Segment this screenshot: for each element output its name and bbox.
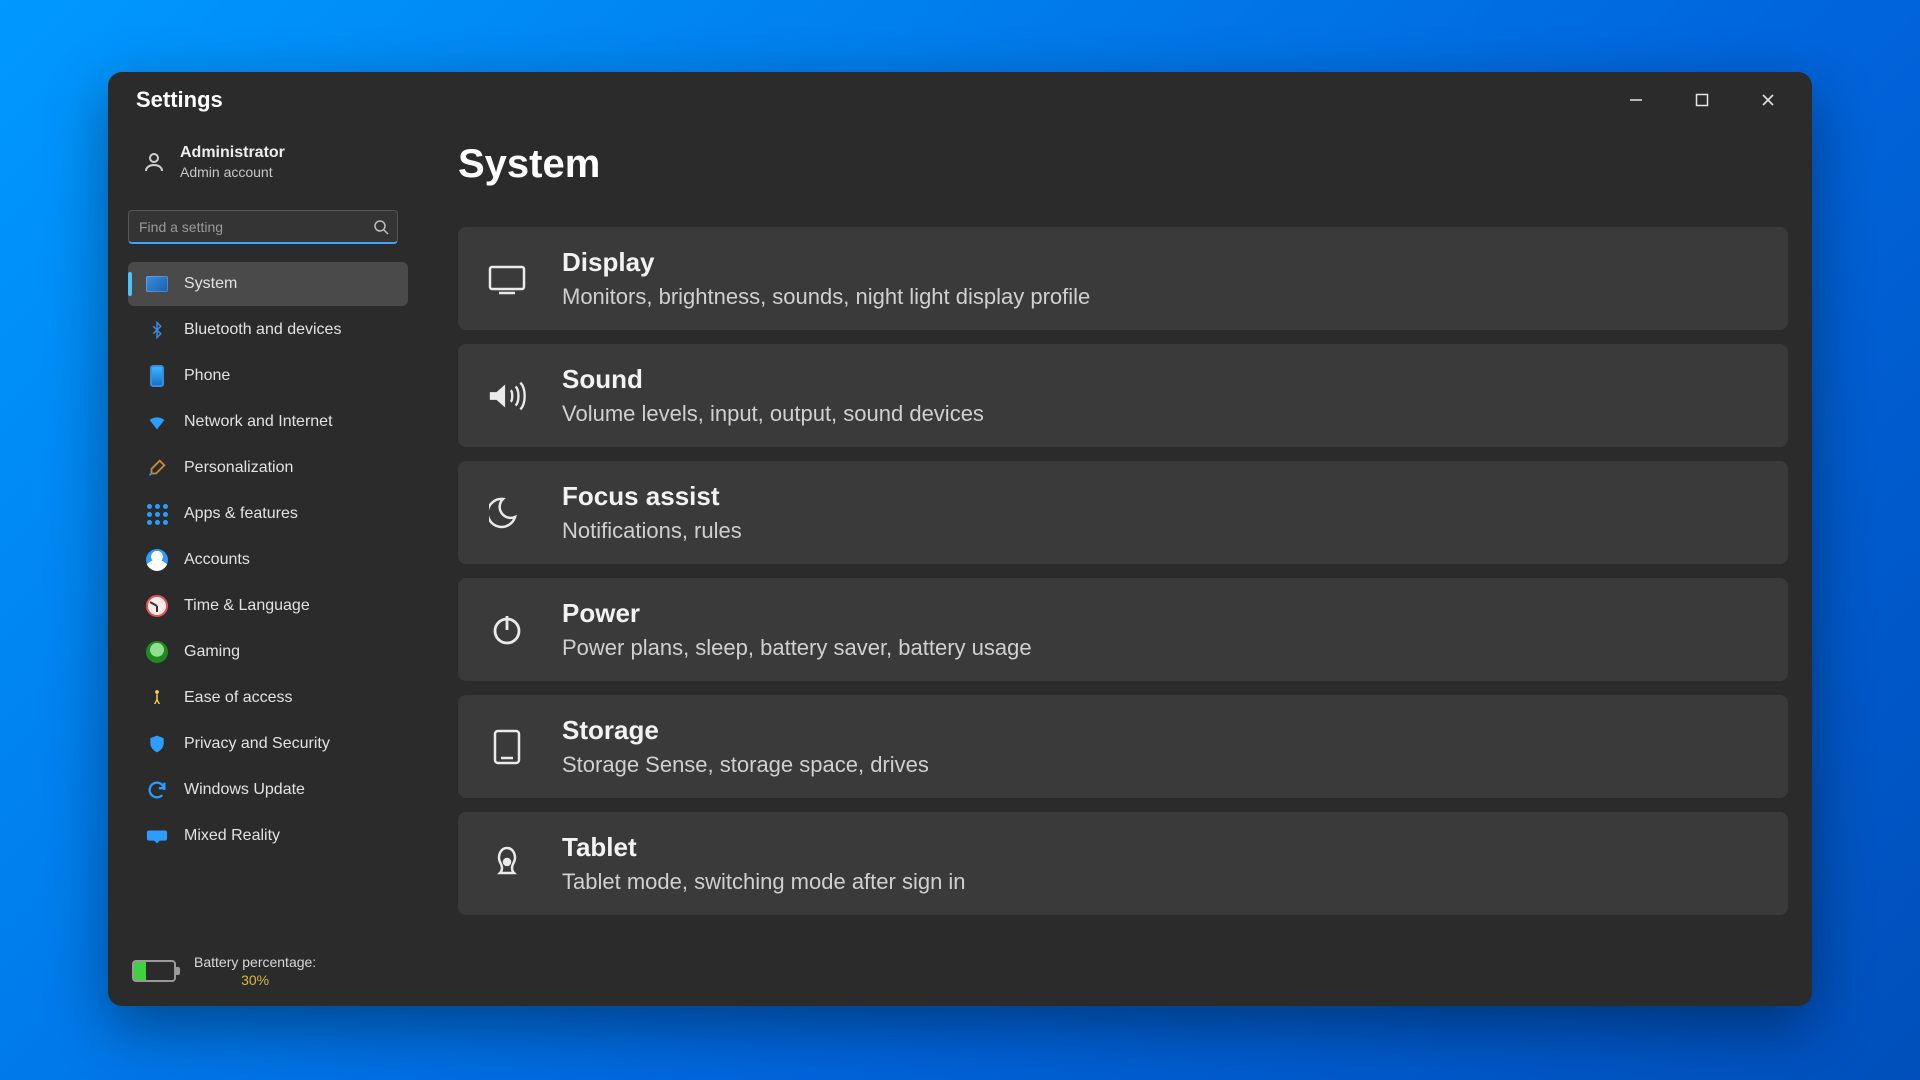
battery-icon: [132, 960, 176, 982]
bluetooth-icon: [146, 319, 168, 341]
card-title: Focus assist: [562, 481, 742, 512]
sound-icon: [486, 375, 528, 417]
cards-list: Display Monitors, brightness, sounds, ni…: [458, 227, 1792, 915]
card-power[interactable]: Power Power plans, sleep, battery saver,…: [458, 578, 1788, 681]
battery-percent: 30%: [241, 972, 269, 988]
avatar-icon: [142, 150, 166, 174]
phone-icon: [146, 365, 168, 387]
app-title: Settings: [136, 87, 223, 113]
card-subtitle: Volume levels, input, output, sound devi…: [562, 401, 984, 427]
sidebar-item-label: Gaming: [184, 643, 240, 661]
window-controls: [1618, 82, 1798, 118]
card-title: Storage: [562, 715, 929, 746]
clock-icon: [146, 595, 168, 617]
card-subtitle: Notifications, rules: [562, 518, 742, 544]
account-icon: [146, 549, 168, 571]
minimize-icon: [1628, 92, 1644, 108]
sidebar-item-phone[interactable]: Phone: [128, 354, 408, 398]
battery-label: Battery percentage:: [194, 954, 316, 970]
tablet-icon: [486, 843, 528, 885]
sidebar-item-gaming[interactable]: Gaming: [128, 630, 408, 674]
sidebar-item-bluetooth[interactable]: Bluetooth and devices: [128, 308, 408, 352]
maximize-icon: [1695, 93, 1709, 107]
sidebar-item-label: Accounts: [184, 551, 250, 569]
sidebar-item-label: Network and Internet: [184, 413, 333, 431]
card-display[interactable]: Display Monitors, brightness, sounds, ni…: [458, 227, 1788, 330]
card-subtitle: Monitors, brightness, sounds, night ligh…: [562, 284, 1090, 310]
sidebar-item-apps[interactable]: Apps & features: [128, 492, 408, 536]
nav-list: System Bluetooth and devices Phone: [108, 256, 418, 860]
search-icon: [373, 219, 389, 235]
titlebar: Settings: [108, 72, 1812, 128]
update-icon: [146, 779, 168, 801]
moon-icon: [486, 492, 528, 534]
battery-fill: [134, 962, 146, 980]
sidebar-item-personalization[interactable]: Personalization: [128, 446, 408, 490]
sidebar-item-mixed-reality[interactable]: Mixed Reality: [128, 814, 408, 858]
card-title: Power: [562, 598, 1032, 629]
mixed-reality-icon: [146, 825, 168, 847]
sidebar-item-label: Windows Update: [184, 781, 305, 799]
account-name: Administrator: [180, 144, 285, 162]
accessibility-icon: [146, 687, 168, 709]
search-input[interactable]: [129, 211, 397, 242]
close-button[interactable]: [1750, 82, 1786, 118]
sidebar-item-ease-of-access[interactable]: Ease of access: [128, 676, 408, 720]
sidebar-item-label: Apps & features: [184, 505, 298, 523]
power-icon: [486, 609, 528, 651]
sidebar-item-label: Mixed Reality: [184, 827, 280, 845]
card-subtitle: Storage Sense, storage space, drives: [562, 752, 929, 778]
card-tablet[interactable]: Tablet Tablet mode, switching mode after…: [458, 812, 1788, 915]
search-box[interactable]: [128, 210, 398, 244]
close-icon: [1760, 92, 1776, 108]
sidebar-item-label: Privacy and Security: [184, 735, 330, 753]
sidebar-item-label: Personalization: [184, 459, 293, 477]
battery-status: Battery percentage: 30%: [108, 938, 418, 988]
apps-grid-icon: [146, 503, 168, 525]
card-subtitle: Tablet mode, switching mode after sign i…: [562, 869, 966, 895]
shield-icon: [146, 733, 168, 755]
xbox-icon: [146, 641, 168, 663]
sidebar-item-windows-update[interactable]: Windows Update: [128, 768, 408, 812]
sidebar-item-label: Time & Language: [184, 597, 310, 615]
card-title: Display: [562, 247, 1090, 278]
page-title: System: [458, 142, 1792, 187]
card-focus-assist[interactable]: Focus assist Notifications, rules: [458, 461, 1788, 564]
brush-icon: [146, 457, 168, 479]
sidebar-item-label: Phone: [184, 367, 230, 385]
card-sound[interactable]: Sound Volume levels, input, output, soun…: [458, 344, 1788, 447]
monitor-icon: [146, 273, 168, 295]
card-title: Tablet: [562, 832, 966, 863]
sidebar: Administrator Admin account System Bluet: [108, 128, 418, 1006]
main-panel: System Display Monitors, brightness, sou…: [418, 128, 1812, 1006]
sidebar-item-system[interactable]: System: [128, 262, 408, 306]
account-subtitle: Admin account: [180, 164, 285, 180]
sidebar-item-privacy[interactable]: Privacy and Security: [128, 722, 408, 766]
minimize-button[interactable]: [1618, 82, 1654, 118]
sidebar-item-label: System: [184, 275, 237, 293]
card-title: Sound: [562, 364, 984, 395]
card-subtitle: Power plans, sleep, battery saver, batte…: [562, 635, 1032, 661]
settings-window: Settings Administrator Admin account: [108, 72, 1812, 1006]
display-icon: [486, 258, 528, 300]
account-block[interactable]: Administrator Admin account: [108, 128, 418, 198]
sidebar-item-time-language[interactable]: Time & Language: [128, 584, 408, 628]
maximize-button[interactable]: [1684, 82, 1720, 118]
sidebar-item-label: Ease of access: [184, 689, 293, 707]
wifi-icon: [146, 411, 168, 433]
storage-icon: [486, 726, 528, 768]
card-storage[interactable]: Storage Storage Sense, storage space, dr…: [458, 695, 1788, 798]
sidebar-item-accounts[interactable]: Accounts: [128, 538, 408, 582]
sidebar-item-network[interactable]: Network and Internet: [128, 400, 408, 444]
sidebar-item-label: Bluetooth and devices: [184, 321, 341, 339]
